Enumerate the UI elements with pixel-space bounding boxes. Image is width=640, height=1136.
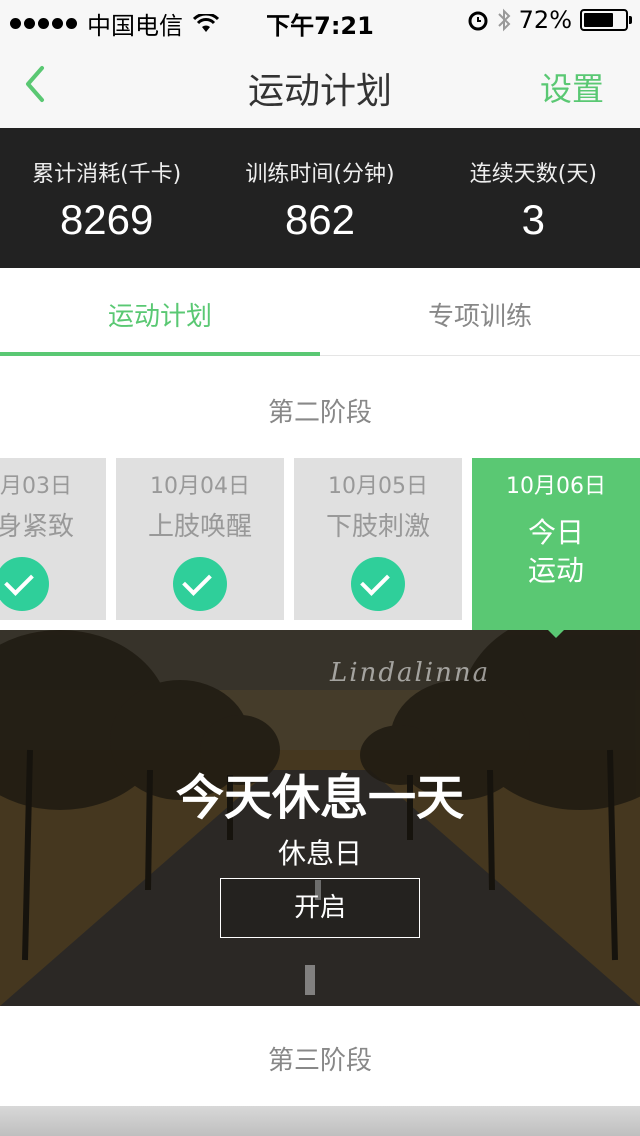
day-date: 10月04日	[150, 474, 250, 499]
tab-bar: 运动计划 专项训练	[0, 268, 640, 356]
stat-streak: 连续天数(天) 3	[427, 128, 640, 268]
checkmark-icon	[351, 557, 405, 611]
day-card[interactable]: 10月03日 全身紧致	[0, 458, 106, 620]
nav-bar: 运动计划 设置	[0, 40, 640, 128]
day-date: 10月05日	[328, 474, 428, 499]
day-name: 全身紧致	[0, 512, 74, 542]
stat-value: 862	[284, 196, 356, 243]
today-line-2: 运动	[527, 554, 584, 587]
day-date: 10月06日	[506, 474, 606, 499]
rest-day-hero: Lindalinna 今天休息一天 休息日 开启	[0, 630, 640, 1006]
start-button[interactable]: 开启	[220, 878, 420, 938]
stat-label: 累计消耗(千卡)	[32, 162, 182, 187]
watermark-logo: Lindalinna	[330, 658, 491, 688]
today-line-1: 今日	[527, 516, 584, 549]
stage-title-current: 第二阶段	[267, 398, 372, 428]
stage-title-next: 第三阶段	[267, 1046, 372, 1076]
bluetooth-icon	[497, 8, 511, 32]
tab-special-training[interactable]: 专项训练	[320, 268, 640, 355]
next-stage-image	[0, 1106, 640, 1136]
stat-label: 连续天数(天)	[469, 162, 597, 187]
alarm-icon	[468, 11, 488, 31]
hero-subtitle: 休息日	[277, 837, 362, 870]
day-name: 下肢刺激	[325, 512, 430, 542]
today-label: 今日 运动	[472, 514, 640, 590]
stat-label: 训练时间(分钟)	[245, 162, 395, 187]
today-pointer	[548, 630, 564, 638]
status-bar: 中国电信 下午7:21 72%	[0, 0, 640, 40]
checkmark-icon	[173, 557, 227, 611]
battery-icon	[580, 9, 632, 31]
settings-button[interactable]: 设置	[540, 64, 604, 110]
day-carousel[interactable]: 10月03日 全身紧致 10月04日 上肢唤醒 10月05日 下肢刺激 10月0…	[0, 458, 640, 630]
tab-exercise-plan[interactable]: 运动计划	[0, 268, 320, 356]
day-card[interactable]: 10月05日 下肢刺激	[294, 458, 462, 620]
stat-value: 8269	[59, 196, 154, 243]
stat-value: 3	[521, 196, 545, 243]
battery-percent: 72%	[518, 6, 572, 34]
stat-calories: 累计消耗(千卡) 8269	[0, 128, 213, 268]
status-right: 72%	[467, 6, 632, 34]
battery-fill	[584, 13, 613, 27]
stat-duration: 训练时间(分钟) 862	[213, 128, 426, 268]
stats-panel: 累计消耗(千卡) 8269 训练时间(分钟) 862 连续天数(天) 3	[0, 128, 640, 268]
checkmark-icon	[0, 557, 49, 611]
day-date: 10月03日	[0, 474, 72, 499]
day-card-today[interactable]: 10月06日 今日 运动	[472, 458, 640, 630]
day-card[interactable]: 10月04日 上肢唤醒	[116, 458, 284, 620]
day-name: 上肢唤醒	[147, 512, 252, 542]
hero-title: 今天休息一天	[175, 770, 464, 826]
